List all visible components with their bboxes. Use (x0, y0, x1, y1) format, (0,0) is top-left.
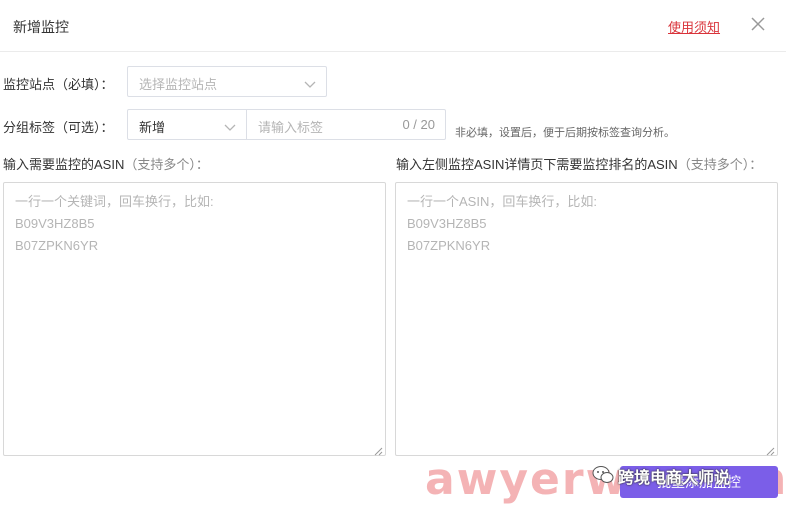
target-asin-label-text: 输入左侧监控ASIN详情页下需要监控排名的ASIN (396, 157, 678, 172)
source-asin-textarea[interactable]: 一行一个关键词，回车换行，比如: B09V3HZ8B5 B07ZPKN6YR (3, 182, 386, 456)
add-monitor-dialog: 新增监控 使用须知 监控站点（必填）： 选择监控站点 分组标签（可选）： 新增 … (0, 0, 786, 509)
source-asin-placeholder: 一行一个关键词，回车换行，比如: B09V3HZ8B5 B07ZPKN6YR (15, 191, 214, 257)
target-asin-placeholder: 一行一个ASIN，回车换行，比如: B09V3HZ8B5 B07ZPKN6YR (407, 191, 597, 257)
placeholder-line: B09V3HZ8B5 (15, 216, 95, 231)
dialog-title: 新增监控 (13, 19, 69, 35)
resize-handle-icon[interactable] (766, 444, 775, 456)
chevron-down-icon (304, 77, 316, 88)
group-select[interactable]: 新增 (127, 109, 247, 140)
placeholder-line: B07ZPKN6YR (15, 238, 99, 253)
site-select-placeholder: 选择监控站点 (139, 77, 218, 92)
dialog-header: 新增监控 使用须知 (0, 0, 786, 52)
tag-input-placeholder: 请输入标签 (258, 120, 324, 135)
placeholder-line: B09V3HZ8B5 (407, 216, 487, 231)
chevron-down-icon (224, 120, 236, 131)
usage-notes-link[interactable]: 使用须知 (668, 17, 720, 36)
tag-input[interactable]: 请输入标签 0 / 20 (247, 109, 446, 140)
target-asin-label-sub: （支持多个）： (677, 157, 763, 172)
placeholder-line: 一行一个关键词，回车换行，比如: (15, 194, 214, 209)
target-asin-label: 输入左侧监控ASIN详情页下需要监控排名的ASIN（支持多个）： (396, 154, 762, 173)
placeholder-line: B07ZPKN6YR (407, 238, 491, 253)
group-select-value: 新增 (139, 120, 166, 135)
group-label: 分组标签（可选）： (3, 120, 114, 135)
site-label: 监控站点（必填）： (3, 77, 114, 92)
tag-hint: 非必填，设置后，便于后期按标签查询分析。 (455, 127, 675, 139)
source-asin-label-text: 输入需要监控的ASIN (3, 157, 125, 172)
source-asin-label: 输入需要监控的ASIN（支持多个）： (3, 154, 209, 173)
placeholder-line: 一行一个ASIN，回车换行，比如: (407, 194, 597, 209)
close-icon[interactable] (748, 14, 768, 34)
target-asin-textarea[interactable]: 一行一个ASIN，回车换行，比如: B09V3HZ8B5 B07ZPKN6YR (395, 182, 778, 456)
site-select[interactable]: 选择监控站点 (127, 66, 327, 97)
source-asin-label-sub: （支持多个）： (124, 157, 209, 172)
resize-handle-icon[interactable] (374, 444, 383, 456)
wechat-account-text: 跨境电商大师说 (618, 470, 731, 487)
wechat-icon (592, 465, 614, 488)
tag-char-counter: 0 / 20 (402, 117, 435, 132)
wechat-badge: 跨境电商大师说 (592, 462, 730, 490)
